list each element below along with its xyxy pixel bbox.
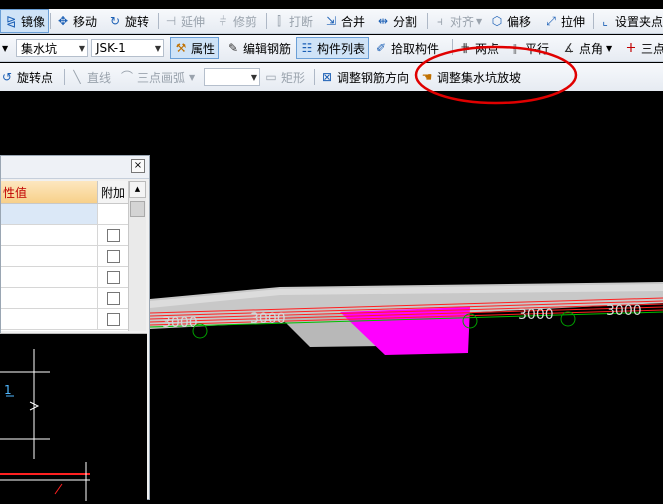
column-header-extra: 附加	[98, 181, 128, 203]
axis-marker-label: 1	[4, 383, 12, 397]
scroll-up-icon[interactable]: ▲	[129, 181, 146, 198]
close-icon[interactable]: ×	[131, 159, 145, 173]
table-row[interactable]	[1, 288, 128, 309]
table-row[interactable]	[1, 204, 128, 225]
table-row[interactable]	[1, 309, 128, 330]
property-grid: 性值 附加	[1, 181, 129, 331]
column-header-value: 性值	[1, 181, 98, 203]
checkbox[interactable]	[106, 249, 120, 263]
checkbox[interactable]	[106, 270, 120, 284]
grid-header: 性值 附加	[1, 181, 128, 204]
table-row[interactable]	[1, 267, 128, 288]
table-row[interactable]	[1, 246, 128, 267]
plan-drawing: 1	[0, 349, 90, 501]
checkbox[interactable]	[106, 312, 120, 326]
vertical-scrollbar[interactable]: ▲	[128, 181, 146, 331]
scroll-thumb[interactable]	[130, 201, 145, 217]
plan-view[interactable]: 1	[0, 333, 147, 501]
panel-titlebar: ×	[1, 156, 149, 179]
table-row[interactable]	[1, 225, 128, 246]
checkbox[interactable]	[106, 228, 120, 242]
checkbox[interactable]	[106, 291, 120, 305]
